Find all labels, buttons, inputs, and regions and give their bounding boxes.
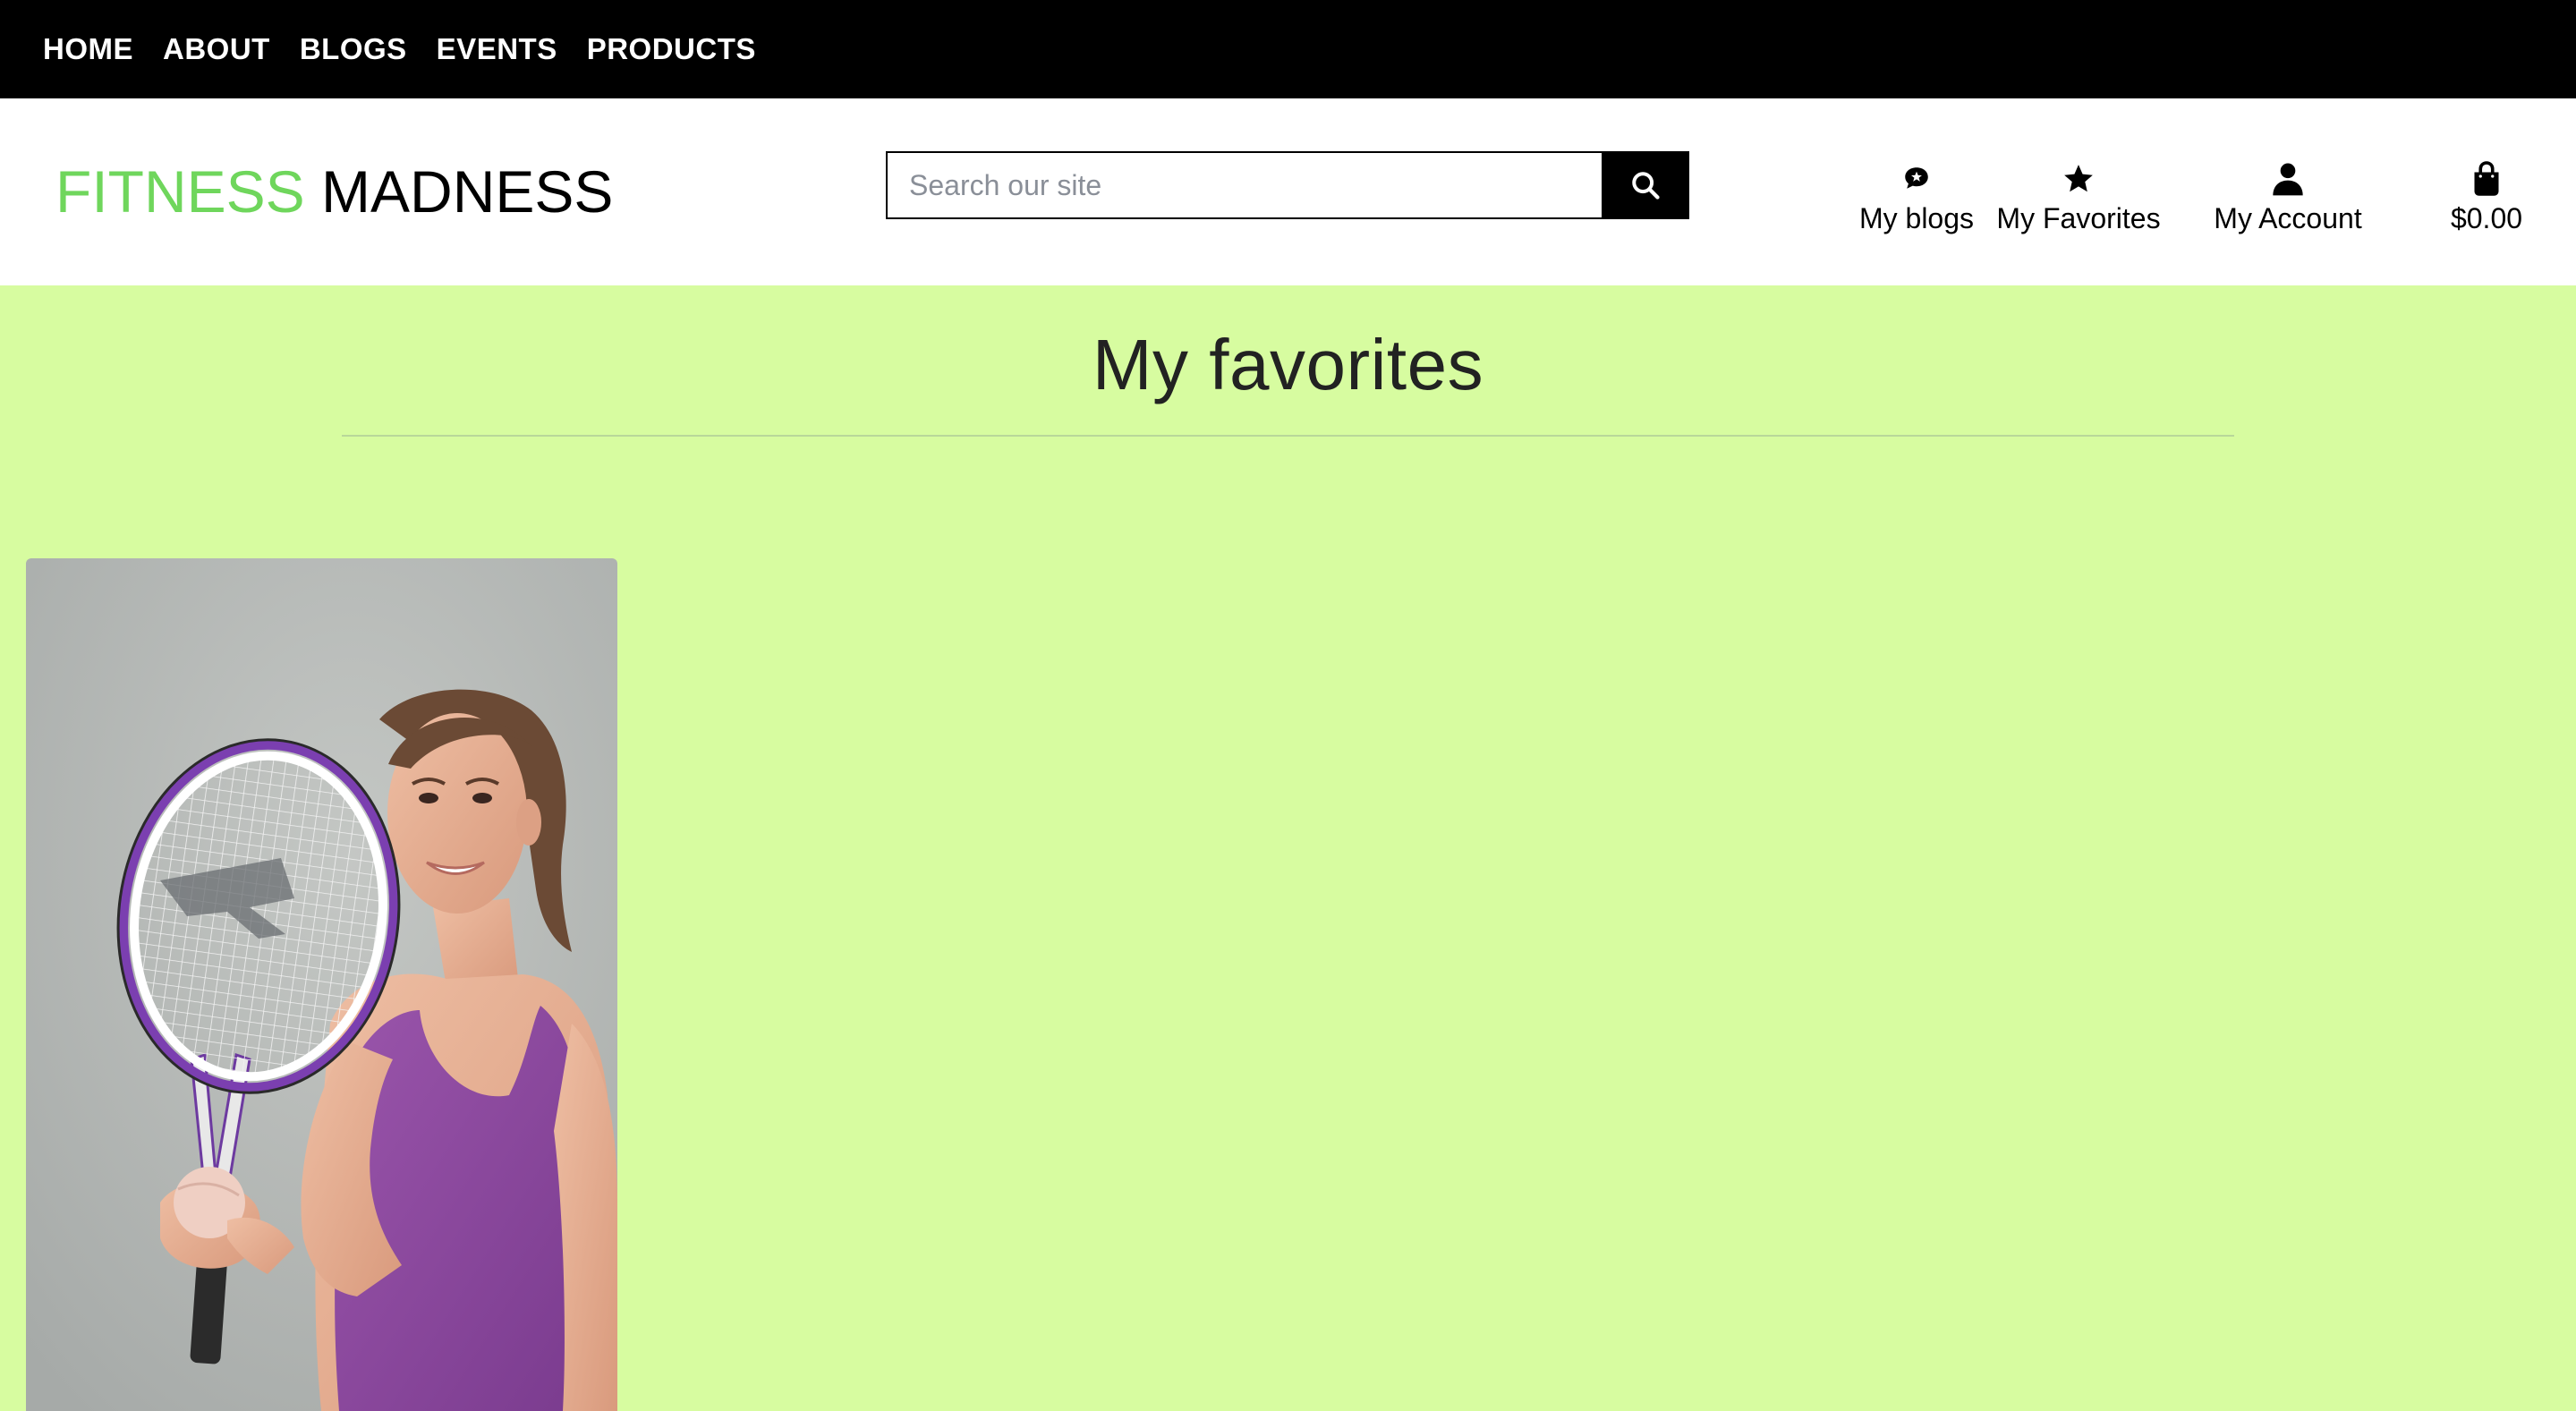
- search-icon: [1632, 172, 1660, 200]
- cart-total-label: $0.00: [2450, 202, 2523, 234]
- my-account-label: My Account: [2214, 202, 2362, 234]
- top-navigation: HOME ABOUT BLOGS EVENTS PRODUCTS: [0, 0, 2576, 98]
- nav-products-link[interactable]: PRODUCTS: [587, 32, 756, 66]
- site-header: FITNESS MADNESS My blogs My Favorites: [0, 98, 2576, 285]
- my-favorites-label: My Favorites: [1996, 202, 2161, 234]
- logo-word-madness: MADNESS: [321, 158, 614, 225]
- my-account-link[interactable]: My Account: [2211, 159, 2365, 235]
- woman-with-tennis-racket-photo: [26, 558, 617, 1411]
- my-favorites-link[interactable]: My Favorites: [1995, 159, 2162, 235]
- search-input[interactable]: [886, 151, 1602, 219]
- my-blogs-link[interactable]: My blogs: [1856, 159, 1977, 235]
- search-button[interactable]: [1602, 151, 1689, 219]
- favorite-item-card[interactable]: [26, 558, 617, 1411]
- nav-about-link[interactable]: ABOUT: [163, 32, 270, 66]
- site-logo[interactable]: FITNESS MADNESS: [55, 154, 613, 229]
- nav-home-link[interactable]: HOME: [43, 32, 133, 66]
- search-form: [886, 151, 1689, 219]
- my-blogs-label: My blogs: [1858, 202, 1975, 234]
- title-divider: [342, 435, 2234, 437]
- star-icon: [2062, 159, 2096, 199]
- blog-comment-icon: [1901, 159, 1932, 199]
- cart-link[interactable]: $0.00: [2443, 159, 2530, 235]
- nav-blogs-link[interactable]: BLOGS: [300, 32, 407, 66]
- shopping-bag-icon: [2470, 159, 2503, 199]
- page-title: My favorites: [1092, 325, 1484, 404]
- nav-events-link[interactable]: EVENTS: [437, 32, 557, 66]
- user-icon: [2270, 159, 2306, 199]
- logo-word-fitness: FITNESS: [55, 158, 305, 225]
